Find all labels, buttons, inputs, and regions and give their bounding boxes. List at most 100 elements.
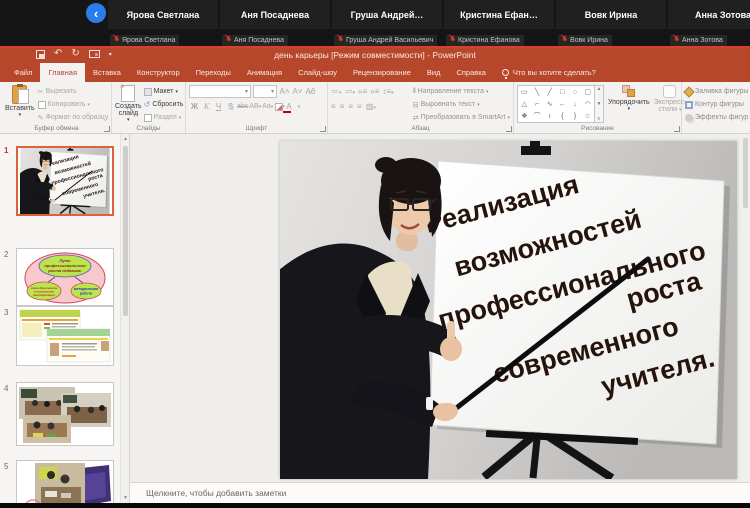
back-button[interactable]: ‹ <box>86 3 106 23</box>
shape-outline-icon <box>685 100 693 109</box>
new-slide-icon <box>119 82 136 102</box>
participant-tile[interactable]: Ярова Светлана <box>108 0 218 29</box>
text-direction-button[interactable]: ⫴ Направление текста ▾ <box>413 85 510 98</box>
strikethrough-button[interactable]: abc <box>237 100 248 113</box>
reset-button[interactable]: ↺ Сбросить <box>144 98 184 111</box>
dialog-launcher-icon[interactable] <box>674 126 680 132</box>
change-case-button[interactable]: Аа ▾ <box>262 100 273 113</box>
scroll-up-icon[interactable]: ▲ <box>597 86 602 92</box>
scrollbar-thumb[interactable] <box>743 138 748 208</box>
shapes-gallery[interactable]: ▭ ╲ ╱ □ ○ ▢ △ ⌐ ∿ ← ↓ ◠ ❖ ⌒ ≀{} ☆ <box>517 85 595 123</box>
columns-button[interactable]: ▥▾ <box>366 102 376 111</box>
tab-file[interactable]: Файл <box>6 63 40 82</box>
font-color-swatch <box>282 110 291 113</box>
tab-insert[interactable]: Вставка <box>85 63 129 82</box>
line-spacing-button[interactable]: ↕≡▾ <box>382 87 393 96</box>
align-center-button[interactable]: ≡ <box>340 102 345 111</box>
text-shadow-button[interactable]: S <box>225 100 236 113</box>
slide3-preview <box>17 307 113 365</box>
align-text-button[interactable]: ⊟ Выровнять текст ▾ <box>413 98 510 111</box>
svg-text:методическая: методическая <box>74 287 98 291</box>
format-painter-button[interactable]: ✎ Формат по образцу <box>38 111 109 124</box>
participant-tile[interactable]: Вовк Ирина <box>556 0 666 29</box>
tab-animations[interactable]: Анимация <box>239 63 290 82</box>
dialog-launcher-icon[interactable] <box>104 126 110 132</box>
paste-button[interactable]: Вставить ▾ <box>5 84 35 124</box>
slide-thumbnail-2[interactable]: Пути профессионального роста педагога: с… <box>16 248 114 306</box>
bold-button[interactable]: Ж <box>189 100 200 113</box>
shape-effects-button[interactable]: Эффекты фигур <box>685 111 749 124</box>
tab-home[interactable]: Главная <box>40 63 85 82</box>
thumbnails-scrollbar[interactable]: ▲ ▼ <box>120 134 129 503</box>
slide-editor: Реализация возможностей профессиональног… <box>130 134 750 482</box>
participant-name-chip: Аня Посаднева <box>222 34 288 46</box>
shrink-font-button[interactable]: А˅ <box>292 85 303 98</box>
justify-button[interactable]: ≡ <box>357 102 362 111</box>
shape-fill-button[interactable]: Заливка фигуры <box>683 85 749 98</box>
tab-slideshow[interactable]: Слайд-шоу <box>290 63 345 82</box>
align-left-button[interactable]: ≡ <box>331 102 336 111</box>
status-bar-strip <box>0 503 750 508</box>
slide4-preview <box>17 383 113 445</box>
highlight-icon <box>274 102 283 111</box>
font-size-combo[interactable]: ▾ <box>253 85 277 98</box>
participant-tile[interactable]: Кристина Ефан… <box>444 0 554 29</box>
notes-pane[interactable]: Щелкните, чтобы добавить заметки <box>130 482 750 503</box>
group-clipboard: Вставить ▾ ✂ Вырезать Копировать ▾ ✎ Формат … <box>2 82 112 133</box>
participant-name-chip: Ярова Светлана <box>110 34 180 46</box>
tab-view[interactable]: Вид <box>419 63 449 82</box>
participant-tile[interactable]: Груша Андрей… <box>332 0 442 29</box>
tell-me-box[interactable]: Что вы хотите сделать? <box>494 63 604 82</box>
increase-indent-button[interactable]: »≡ <box>370 87 379 96</box>
cut-button[interactable]: ✂ Вырезать <box>38 85 109 98</box>
font-color-button[interactable]: А ▾ <box>282 100 300 113</box>
participant-name-chip: Груша Андрей Васильевич <box>334 34 438 46</box>
shapes-gallery-scroll[interactable]: ▲ ▼ ≡ <box>595 85 604 123</box>
grow-font-button[interactable]: А˄ <box>279 85 290 98</box>
slide-thumbnail-4[interactable] <box>16 382 114 446</box>
layout-button[interactable]: Макет ▾ <box>143 85 184 98</box>
editor-scrollbar[interactable] <box>742 134 750 482</box>
scroll-up-icon[interactable]: ▲ <box>121 136 129 142</box>
italic-button[interactable]: К <box>201 100 212 113</box>
font-name-combo[interactable]: ▾ <box>189 85 251 98</box>
participant-tiles: Ярова Светлана Аня Посаднева Груша Андре… <box>108 0 750 29</box>
hand <box>51 199 56 203</box>
numbering-button[interactable]: ≕▾ <box>345 87 356 96</box>
tab-transitions[interactable]: Переходы <box>188 63 239 82</box>
tab-help[interactable]: Справка <box>448 63 493 82</box>
scroll-down-icon[interactable]: ▼ <box>597 101 602 107</box>
bullets-button[interactable]: ≔▾ <box>331 87 342 96</box>
new-slide-button[interactable]: Создать слайд▾ <box>115 82 142 124</box>
participant-tile[interactable]: Анна Зотова <box>668 0 750 29</box>
main-area: 1 Реализация возможностей профессиональн… <box>0 134 750 503</box>
tab-review[interactable]: Рецензирование <box>345 63 419 82</box>
section-button[interactable]: Раздел ▾ <box>143 111 184 124</box>
gallery-more-icon[interactable]: ≡ <box>598 116 601 122</box>
decrease-indent-button[interactable]: «≡ <box>358 87 367 96</box>
slide1-canvas[interactable]: Реализация возможностей профессиональног… <box>280 141 737 479</box>
scroll-down-icon[interactable]: ▼ <box>121 495 129 501</box>
slide-thumbnail-3[interactable] <box>16 306 114 366</box>
reset-icon: ↺ <box>143 100 151 109</box>
clear-format-button[interactable]: А̷б <box>305 85 316 98</box>
meeting-bar: ‹ Ярова Светлана Аня Посаднева Груша Анд… <box>0 0 750 46</box>
underline-button[interactable]: Ч <box>213 100 224 113</box>
arrange-button[interactable]: Упорядочить ▾ <box>608 85 650 112</box>
window-title: день карьеры [Режим совместимости] - Pow… <box>274 50 476 60</box>
slide2-preview: Пути профессионального роста педагога: с… <box>17 249 113 305</box>
dialog-launcher-icon[interactable] <box>320 126 326 132</box>
smartart-button[interactable]: ⇄ Преобразовать в SmartArt ▾ <box>413 111 510 124</box>
char-spacing-button[interactable]: АВ ▾ <box>249 100 261 113</box>
align-right-button[interactable]: ≡ <box>348 102 353 111</box>
tab-design[interactable]: Конструктор <box>129 63 188 82</box>
slide-thumbnail-5[interactable] <box>16 460 114 503</box>
muted-mic-icon <box>336 34 344 44</box>
participant-tile[interactable]: Аня Посаднева <box>220 0 330 29</box>
slide-thumbnail-1[interactable]: Реализация возможностей профессиональног… <box>16 146 114 216</box>
paste-icon <box>12 84 30 104</box>
dialog-launcher-icon[interactable] <box>506 126 512 132</box>
copy-button[interactable]: Копировать ▾ <box>37 98 109 111</box>
scrollbar-thumb[interactable] <box>123 146 128 316</box>
shape-outline-button[interactable]: Контур фигуры <box>685 98 749 111</box>
